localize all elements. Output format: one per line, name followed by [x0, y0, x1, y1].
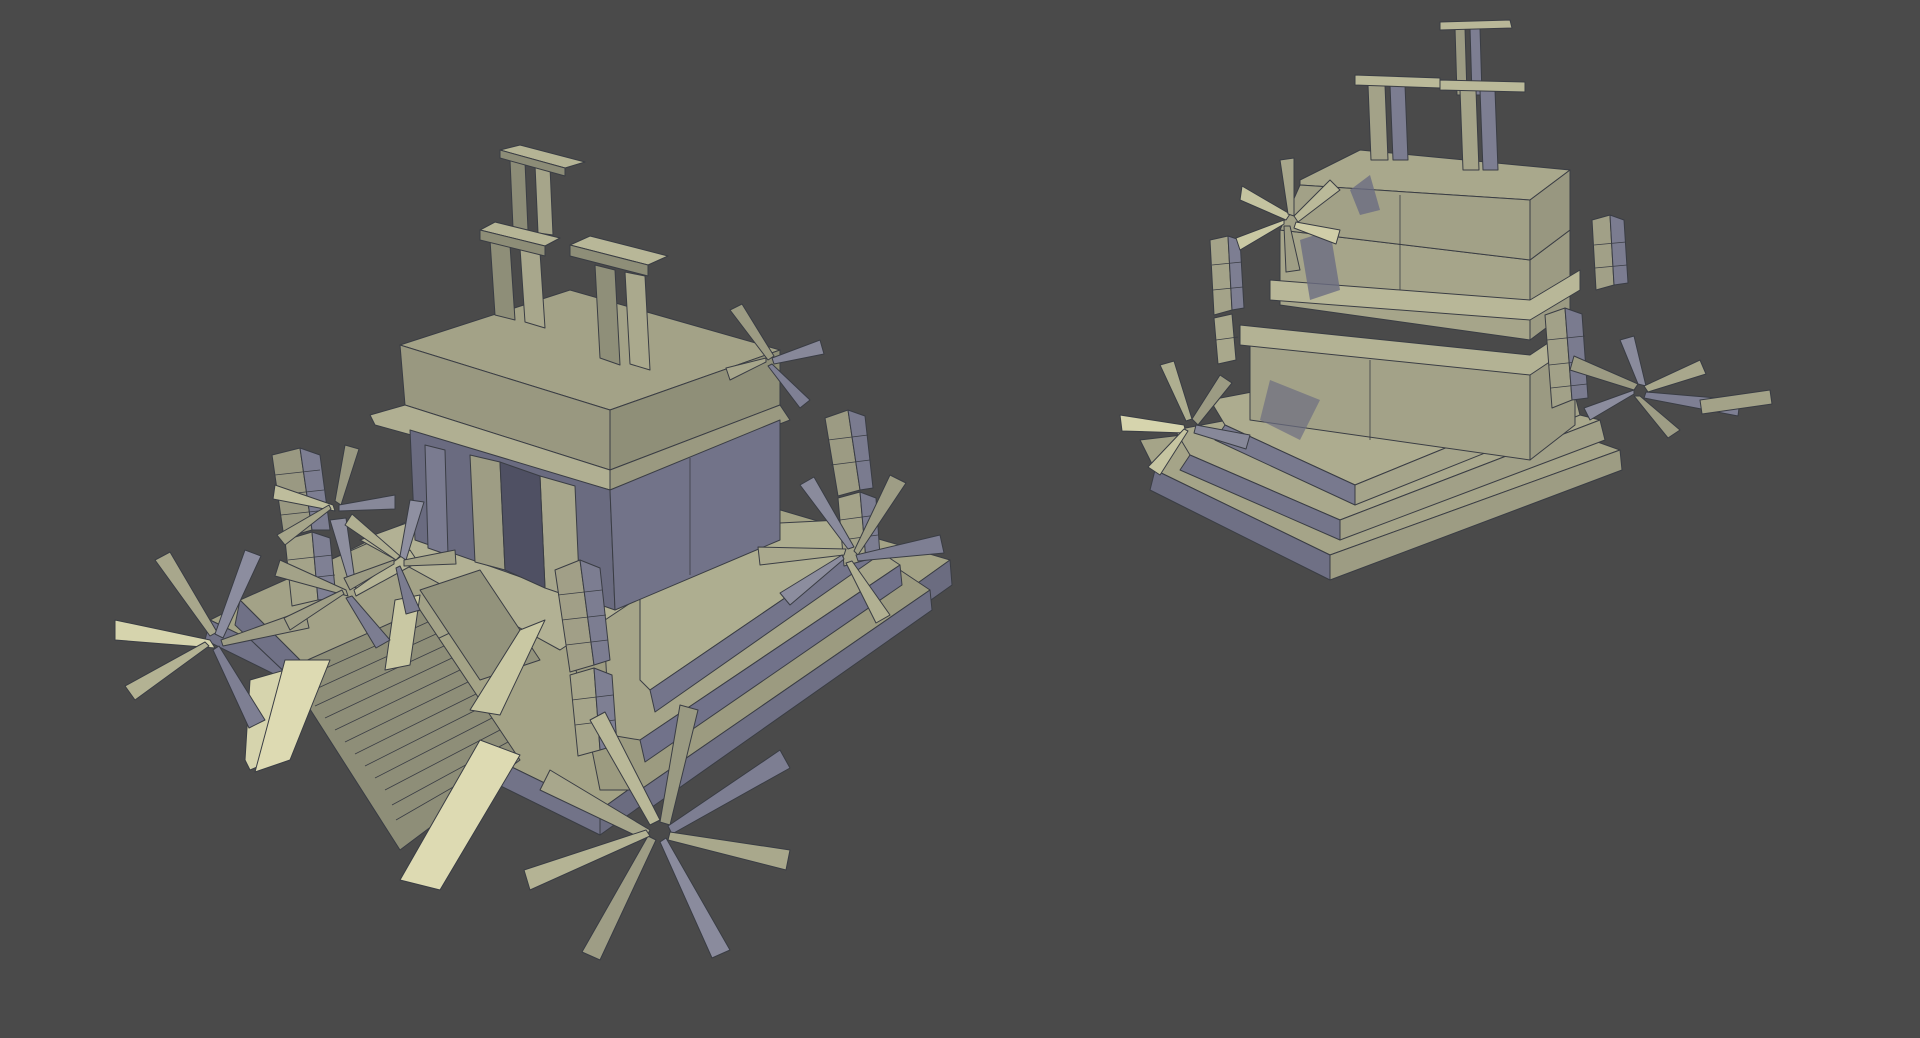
back-statue-right-back [1591, 214, 1629, 291]
temple-column-1 [424, 444, 449, 556]
back-statue-right-front [1544, 307, 1589, 409]
roof-comb-left-pillar [489, 239, 516, 321]
roof-comb-post-2 [534, 164, 554, 236]
temple-model-front[interactable] [114, 144, 953, 961]
temple-doorway [499, 461, 546, 589]
roof-comb-post-1 [509, 159, 529, 231]
temple-column-2 [469, 454, 506, 571]
temple-model-back[interactable] [1119, 19, 1773, 581]
back-comb-cap-top [1439, 19, 1513, 31]
3d-viewport[interactable] [0, 0, 1920, 1038]
back-comb-left-post-b [1389, 84, 1409, 161]
back-comb-right-post-b [1479, 89, 1499, 171]
render-canvas [114, 19, 1773, 961]
back-comb-right-cap [1439, 79, 1526, 93]
back-comb-left-post [1367, 84, 1389, 161]
back-comb-right-post [1459, 89, 1480, 171]
back-statue-left [1209, 235, 1245, 365]
